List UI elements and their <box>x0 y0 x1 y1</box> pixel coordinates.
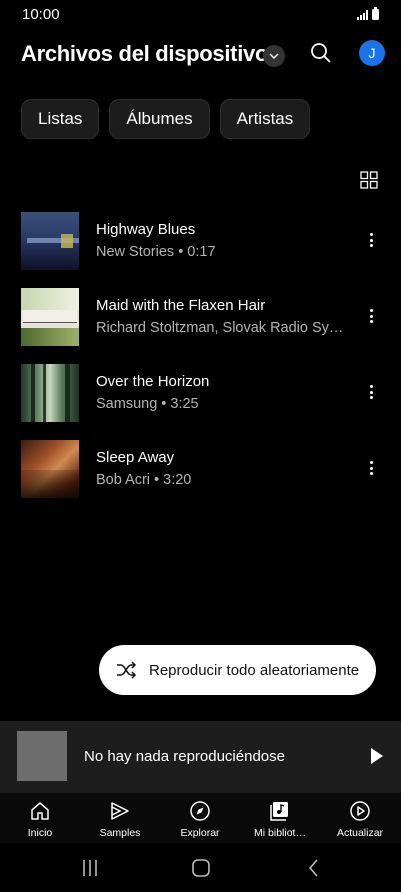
shuffle-label: Reproducir todo aleatoriamente <box>149 661 360 679</box>
album-art <box>21 364 79 422</box>
track-title: Maid with the Flaxen Hair <box>96 297 266 314</box>
nav-label: Mi bibliot… <box>254 827 306 839</box>
nav-label: Actualizar <box>336 827 384 839</box>
nav-label: Samples <box>99 827 141 839</box>
album-art <box>21 212 79 270</box>
battery-icon <box>372 7 379 20</box>
camera-notch <box>170 0 231 26</box>
back-icon[interactable] <box>303 857 325 879</box>
nav-library[interactable]: Mi bibliot… <box>240 799 320 839</box>
track-row[interactable]: Highway Blues New Stories • 0:17 <box>0 212 401 272</box>
track-title: Highway Blues <box>96 221 196 238</box>
phone-screen: 10:00 Archivos del dispositivo J Listas … <box>0 0 401 892</box>
nav-home[interactable]: Inicio <box>0 799 80 839</box>
grid-view-icon[interactable] <box>360 171 378 189</box>
shuffle-all-button[interactable]: Reproducir todo aleatoriamente <box>99 645 376 695</box>
chip-artistas[interactable]: Artistas <box>219 99 311 139</box>
album-art <box>21 288 79 346</box>
upgrade-icon <box>350 801 370 821</box>
chip-listas[interactable]: Listas <box>21 99 100 139</box>
track-subtitle: Samsung • 3:25 <box>96 396 199 412</box>
compass-icon <box>190 801 210 821</box>
avatar-initial: J <box>368 45 376 61</box>
home-button-icon[interactable] <box>190 857 212 879</box>
chip-albumes[interactable]: Álbumes <box>109 99 210 139</box>
home-icon <box>31 802 49 820</box>
more-options-icon[interactable] <box>362 382 380 402</box>
more-options-icon[interactable] <box>362 306 380 326</box>
now-playing-bar[interactable]: No hay nada reproduciéndose <box>0 721 401 793</box>
signal-icon <box>357 10 368 20</box>
track-row[interactable]: Over the Horizon Samsung • 3:25 <box>0 364 401 424</box>
nav-samples[interactable]: Samples <box>80 799 160 839</box>
track-subtitle: New Stories • 0:17 <box>96 244 216 260</box>
track-title: Sleep Away <box>96 449 175 466</box>
status-time: 10:00 <box>22 6 60 23</box>
source-dropdown-button[interactable] <box>263 45 285 67</box>
track-row[interactable]: Sleep Away Bob Acri • 3:20 <box>0 440 401 500</box>
nav-label: Explorar <box>180 827 220 839</box>
samples-icon <box>111 802 129 820</box>
status-icons <box>357 7 379 20</box>
chevron-down-icon <box>269 53 279 59</box>
avatar[interactable]: J <box>359 40 385 66</box>
shuffle-icon <box>117 661 137 679</box>
track-title: Over the Horizon <box>96 373 210 390</box>
track-subtitle: Richard Stoltzman, Slovak Radio Sym… <box>96 320 346 336</box>
status-bar: 10:00 <box>0 0 401 30</box>
track-row[interactable]: Maid with the Flaxen Hair Richard Stoltz… <box>0 288 401 348</box>
library-icon <box>270 802 288 821</box>
now-playing-art <box>17 731 67 781</box>
recent-apps-icon[interactable] <box>79 857 101 879</box>
nav-label: Inicio <box>27 827 53 839</box>
track-subtitle: Bob Acri • 3:20 <box>96 472 192 488</box>
filter-chips: Listas Álbumes Artistas <box>21 99 311 139</box>
bottom-navigation: Inicio Samples Explorar Mi bibliot… Actu… <box>0 793 401 843</box>
more-options-icon[interactable] <box>362 230 380 250</box>
album-art <box>21 440 79 498</box>
nav-upgrade[interactable]: Actualizar <box>320 799 400 839</box>
play-icon[interactable] <box>370 747 384 765</box>
now-playing-title: No hay nada reproduciéndose <box>84 748 285 765</box>
more-options-icon[interactable] <box>362 458 380 478</box>
system-navigation <box>0 843 401 892</box>
nav-explore[interactable]: Explorar <box>160 799 240 839</box>
search-icon[interactable] <box>309 41 333 65</box>
page-title: Archivos del dispositivo <box>21 41 269 66</box>
